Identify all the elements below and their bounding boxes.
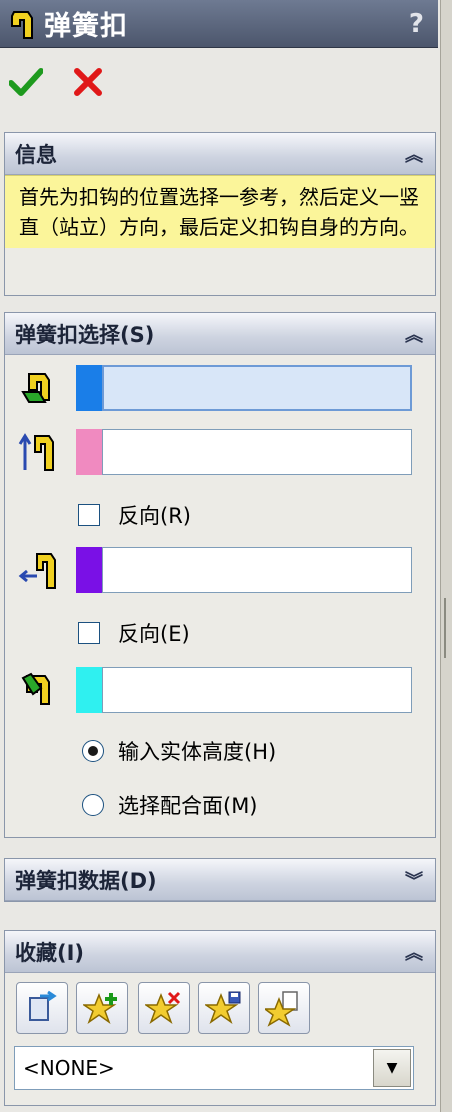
favorites-dropdown[interactable]: <NONE> ▼ [14, 1046, 414, 1090]
selection-row-position [14, 364, 412, 412]
selection-row-mating [14, 666, 412, 714]
info-group: 信息 ︽ 首先为扣钩的位置选择一参考，然后定义一竖直（站立）方向，最后定义扣钩自… [4, 132, 436, 296]
mating-face-icon [14, 666, 64, 714]
dropdown-arrow-icon[interactable]: ▼ [373, 1049, 411, 1087]
info-group-header[interactable]: 信息 ︽ [5, 133, 435, 175]
save-favorite-icon [205, 991, 241, 1024]
cancel-button[interactable] [68, 62, 108, 102]
mating-face-radio[interactable] [82, 794, 104, 816]
mating-selection-box[interactable] [102, 667, 412, 713]
reverse-direction-label-2: 反向(E) [118, 622, 190, 646]
selection-group-header[interactable]: 弹簧扣选择(S) ︽ [5, 313, 435, 355]
reverse-direction-checkbox-1[interactable] [78, 504, 100, 526]
save-favorite-button[interactable] [198, 982, 250, 1034]
color-swatch-vertical [76, 429, 102, 475]
hook-direction-icon [14, 546, 64, 594]
load-favorite-button[interactable] [258, 982, 310, 1034]
help-icon[interactable]: ? [409, 9, 424, 39]
add-favorite-icon [83, 992, 117, 1024]
snap-hook-icon [4, 7, 38, 41]
apply-defaults-button[interactable] [16, 982, 68, 1034]
position-reference-icon [14, 364, 64, 412]
delete-favorite-button[interactable] [138, 982, 190, 1034]
reverse-direction-row-1[interactable]: 反向(R) [78, 500, 191, 530]
resize-grip[interactable] [444, 598, 450, 658]
collapse-chevron-icon[interactable]: ︽ [405, 321, 423, 347]
page-title: 弹簧扣 [44, 11, 128, 42]
color-swatch-hook [76, 547, 102, 593]
collapse-chevron-icon[interactable]: ︽ [405, 141, 423, 167]
expand-chevron-icon[interactable]: ︾ [405, 867, 423, 893]
hook-selection-box[interactable] [102, 547, 412, 593]
info-group-title: 信息 [15, 142, 57, 167]
color-swatch-mating [76, 667, 102, 713]
ok-button[interactable] [6, 62, 46, 102]
reverse-direction-row-2[interactable]: 反向(E) [78, 618, 190, 648]
reverse-direction-checkbox-2[interactable] [78, 622, 100, 644]
vertical-selection-box[interactable] [102, 429, 412, 475]
selection-row-hook [14, 546, 412, 594]
vertical-direction-icon [14, 428, 64, 476]
data-group-header[interactable]: 弹簧扣数据(D) ︾ [5, 859, 435, 901]
position-selection-box[interactable] [102, 365, 412, 411]
favorites-group-title: 收藏(I) [15, 940, 85, 965]
close-icon [74, 68, 102, 96]
selection-group-title: 弹簧扣选择(S) [15, 322, 155, 347]
property-manager-titlebar: 弹簧扣 ? [0, 0, 438, 48]
delete-favorite-icon [145, 991, 181, 1024]
selection-row-vertical [14, 428, 412, 476]
snap-hook-data-group: 弹簧扣数据(D) ︾ [4, 858, 436, 902]
mating-face-label: 选择配合面(M) [118, 794, 258, 818]
check-icon [9, 68, 43, 96]
radio-row-mating-face[interactable]: 选择配合面(M) [82, 790, 258, 820]
panel-resize-bar[interactable] [440, 0, 452, 1112]
info-message: 首先为扣钩的位置选择一参考，然后定义一竖直（站立）方向，最后定义扣钩自身的方向。 [5, 175, 435, 248]
reverse-direction-label-1: 反向(R) [118, 504, 191, 528]
data-group-title: 弹簧扣数据(D) [15, 868, 157, 893]
add-favorite-button[interactable] [76, 982, 128, 1034]
action-row [6, 56, 108, 108]
favorites-dropdown-value: <NONE> [23, 1056, 115, 1080]
apply-defaults-icon [29, 990, 57, 1021]
collapse-chevron-icon[interactable]: ︽ [405, 939, 423, 965]
color-swatch-position [76, 365, 102, 411]
favorites-group-header[interactable]: 收藏(I) ︽ [5, 931, 435, 973]
radio-row-entity-height[interactable]: 输入实体高度(H) [82, 736, 276, 766]
load-favorite-icon [265, 991, 298, 1027]
entity-height-label: 输入实体高度(H) [118, 740, 277, 764]
entity-height-radio[interactable] [82, 740, 104, 762]
